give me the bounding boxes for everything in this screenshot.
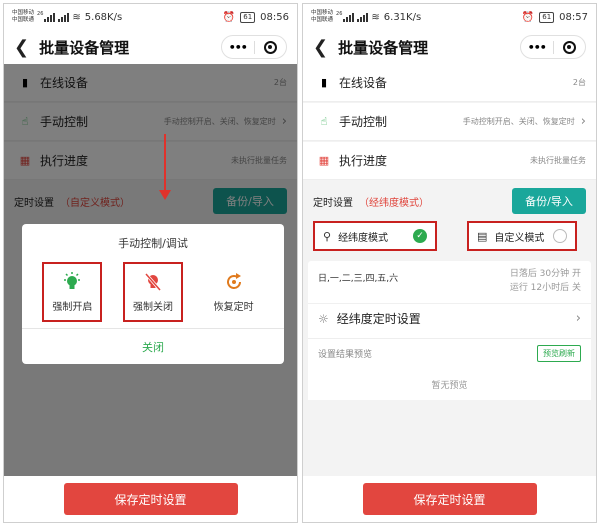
chevron-right-icon: › — [575, 311, 581, 326]
menu-online-devices[interactable]: ▮ 在线设备 2台 — [303, 64, 596, 102]
schedule-summary: 日落后 30分钟 开 运行 12小时后 关 — [509, 269, 581, 293]
more-icon[interactable]: ••• — [222, 41, 254, 54]
right-screen: 中国移动 中国联通 26 ≋ 6.31K/s ⏰ 61 08:57 ❮ 批量设备… — [302, 3, 597, 523]
save-bar: 保存定时设置 — [4, 476, 297, 522]
wifi-icon: ≋ — [72, 11, 81, 23]
location-pin-icon: ⚲ — [323, 229, 332, 243]
battery-icon: 61 — [240, 11, 256, 23]
restore-schedule-option[interactable]: 恢复定时 — [204, 262, 264, 322]
network-type: 26 — [37, 11, 44, 17]
status-bar: 中国移动 中国联通 26 ≋ 5.68K/s ⏰ 61 08:56 — [4, 4, 297, 30]
schedule-header: 定时设置 （经纬度模式） 备份/导入 — [303, 181, 596, 221]
dialog-options: 强制开启 强制关闭 恢复定时 — [22, 262, 284, 322]
alarm-icon: ⏰ — [521, 11, 535, 23]
mini-program-capsule: ••• — [221, 35, 287, 59]
manual-control-dialog: 手动控制/调试 强制开启 强制关闭 恢复定时 关闭 — [22, 224, 284, 364]
close-miniprogram-icon[interactable] — [255, 40, 287, 54]
preview-refresh-button[interactable]: 预览刷新 — [537, 345, 581, 362]
preview-empty: 暂无预览 — [308, 368, 591, 400]
left-screen: 中国移动 中国联通 26 ≋ 5.68K/s ⏰ 61 08:56 ❮ 批量设备… — [3, 3, 298, 523]
save-schedule-button[interactable]: 保存定时设置 — [362, 483, 537, 515]
force-on-option[interactable]: 强制开启 — [42, 262, 103, 322]
back-icon[interactable]: ❮ — [14, 37, 29, 58]
signal-icon-2 — [58, 12, 70, 22]
restore-icon — [226, 273, 241, 289]
bulb-off-icon — [144, 273, 162, 291]
backup-import-button[interactable]: 备份/导入 — [512, 188, 586, 214]
latlng-mode-option[interactable]: ⚲ 经纬度模式 ✓ — [313, 221, 437, 251]
force-off-option[interactable]: 强制关闭 — [122, 262, 183, 322]
clock: 08:57 — [559, 11, 588, 23]
more-icon[interactable]: ••• — [521, 41, 553, 54]
preview-header: 设置结果预览 预览刷新 — [308, 338, 591, 368]
dialog-close-button[interactable]: 关闭 — [22, 328, 284, 364]
carrier-labels: 中国移动 中国联通 — [12, 10, 35, 23]
sun-icon: ☼ — [318, 311, 329, 326]
back-icon[interactable]: ❮ — [313, 37, 328, 58]
page-title: 批量设备管理 — [39, 38, 130, 57]
dialog-title: 手动控制/调试 — [118, 237, 188, 250]
close-miniprogram-icon[interactable] — [554, 40, 586, 54]
alarm-icon: ⏰ — [222, 11, 236, 23]
clock: 08:56 — [260, 11, 289, 23]
save-bar: 保存定时设置 — [303, 476, 596, 522]
radio-unchecked-icon — [553, 229, 567, 243]
signal-icon — [44, 12, 56, 22]
latlng-schedule-card: 日,一,二,三,四,五,六 日落后 30分钟 开 运行 12小时后 关 ☼ 经纬… — [308, 261, 591, 341]
network-speed: 6.31K/s — [383, 11, 422, 23]
wifi-icon: ≋ — [371, 11, 380, 23]
signal-icon — [343, 12, 355, 22]
nav-bar: ❮ 批量设备管理 ••• — [303, 30, 596, 64]
custom-mode-option[interactable]: ▤ 自定义模式 — [467, 221, 577, 251]
menu-manual-control[interactable]: ☝ 手动控制 手动控制开启、关闭、恢复定时 › — [303, 103, 596, 141]
hand-icon: ☝ — [320, 115, 328, 128]
menu-progress[interactable]: ▦ 执行进度 未执行批量任务 — [303, 142, 596, 180]
chevron-right-icon: › — [580, 114, 586, 129]
bulb-on-icon — [64, 272, 81, 289]
weekday-list: 日,一,二,三,四,五,六 — [318, 274, 399, 284]
signal-icon-2 — [357, 12, 369, 22]
grid-icon: ▦ — [318, 154, 330, 167]
battery-icon: 61 — [539, 11, 555, 23]
latlng-settings-row[interactable]: ☼ 经纬度定时设置 › — [308, 303, 591, 333]
page-title: 批量设备管理 — [338, 38, 429, 57]
status-bar: 中国移动 中国联通 26 ≋ 6.31K/s ⏰ 61 08:57 — [303, 4, 596, 30]
network-type: 26 — [336, 11, 343, 17]
checkmark-icon: ✓ — [413, 229, 427, 243]
carrier-labels: 中国移动 中国联通 — [311, 10, 334, 23]
calendar-icon: ▤ — [477, 229, 488, 243]
network-speed: 5.68K/s — [84, 11, 123, 23]
mode-selector: ⚲ 经纬度模式 ✓ ▤ 自定义模式 — [303, 221, 596, 257]
mini-program-capsule: ••• — [520, 35, 586, 59]
save-schedule-button[interactable]: 保存定时设置 — [63, 483, 238, 515]
phone-icon: ▮ — [320, 76, 328, 89]
nav-bar: ❮ 批量设备管理 ••• — [4, 30, 297, 64]
annotation-arrow — [159, 134, 171, 200]
